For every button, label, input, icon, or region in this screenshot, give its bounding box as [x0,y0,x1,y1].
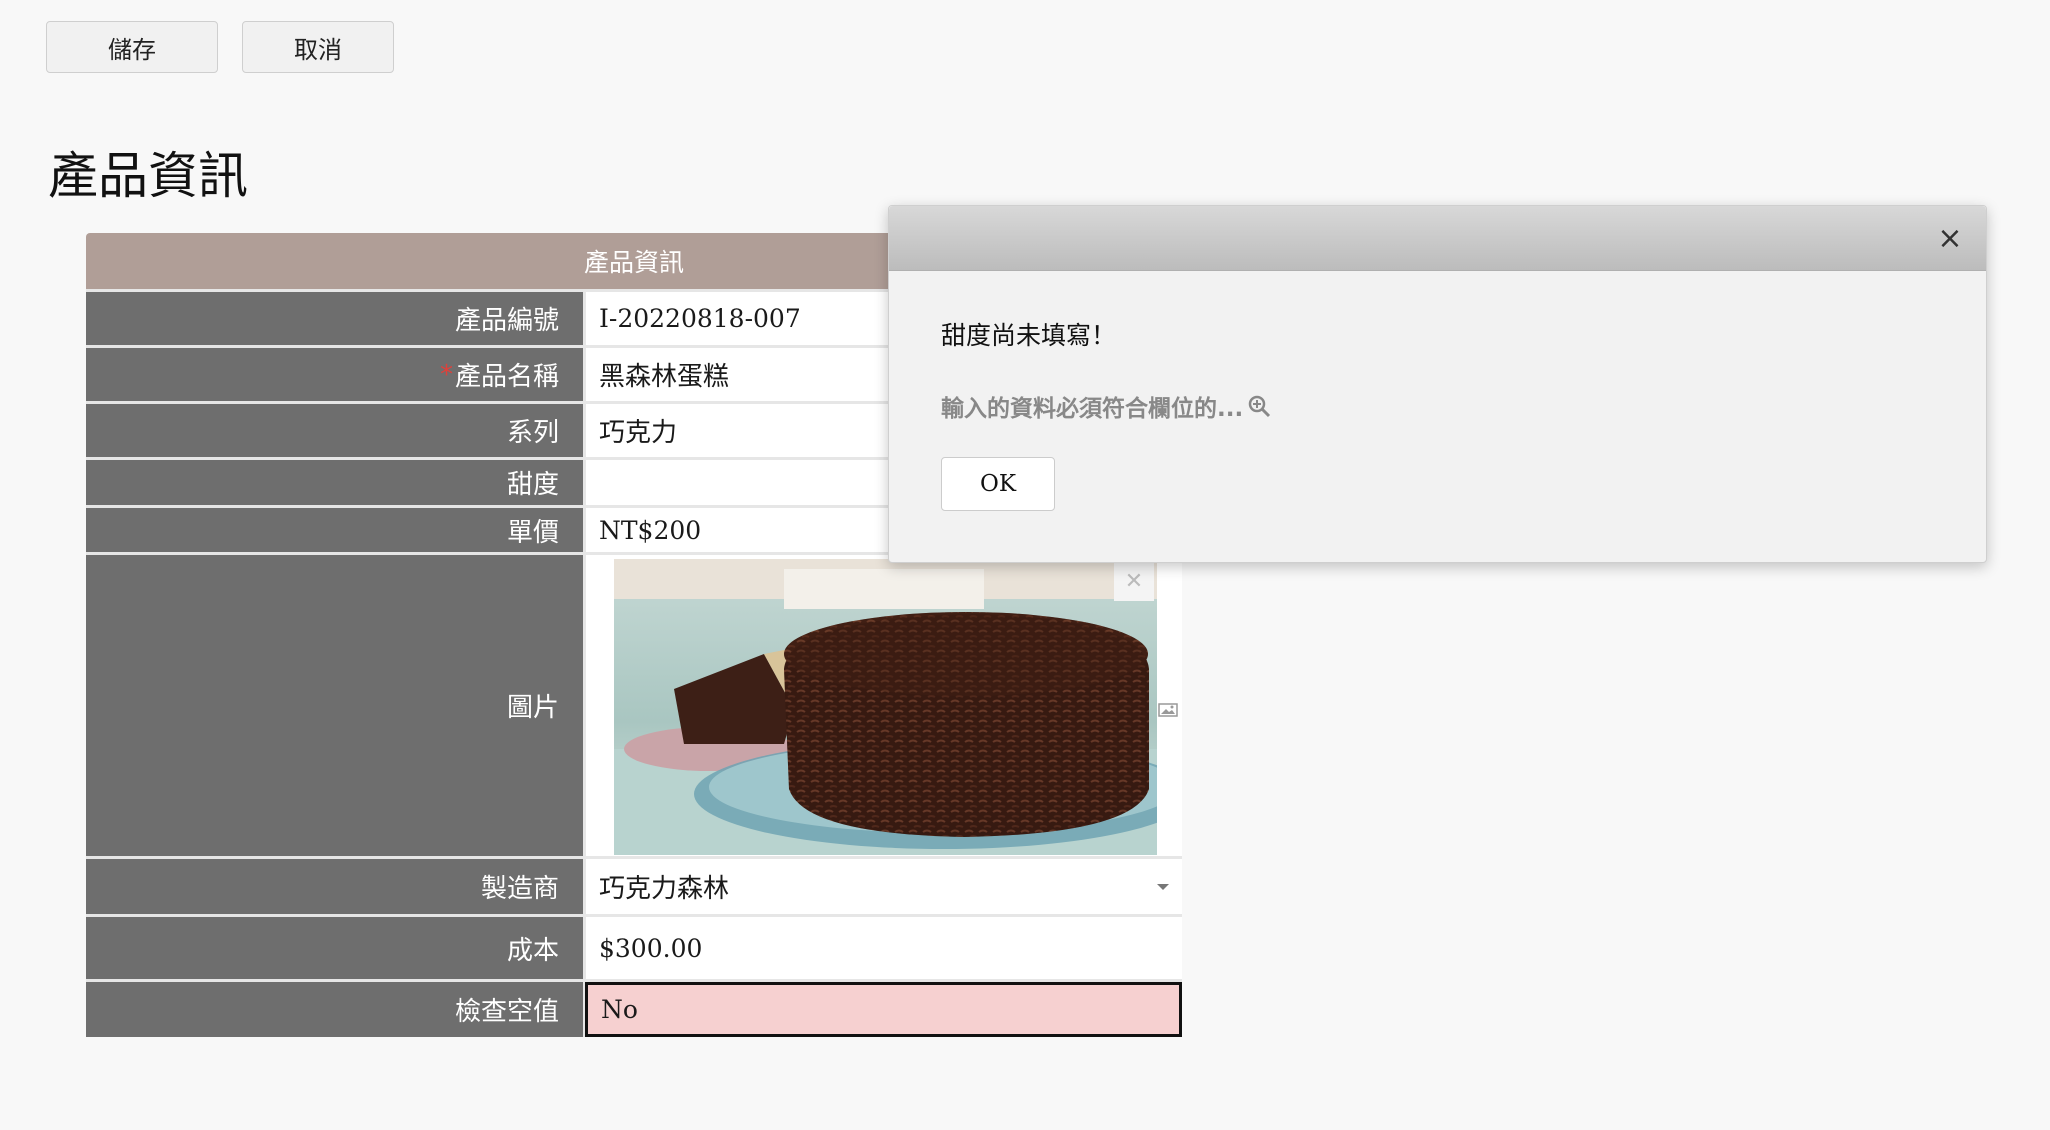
form-row-image: 圖片 ✕ [86,552,1182,856]
cancel-button[interactable]: 取消 [242,21,394,73]
image-icon [1158,703,1178,717]
alert-dialog: × 甜度尚未填寫！ 輸入的資料必須符合欄位的... OK [888,205,1987,563]
dialog-detail-text: 輸入的資料必須符合欄位的... [941,396,1244,422]
field-label: 甜度 [86,460,583,505]
save-button[interactable]: 儲存 [46,21,218,73]
upload-image-button[interactable] [1158,695,1178,717]
dialog-message: 甜度尚未填寫！ [941,321,1117,350]
field-label: 系列 [86,404,583,457]
close-icon: × [1937,220,1963,256]
form-row-check-empty: 檢查空值 No [86,979,1182,1037]
required-mark: * [439,359,453,390]
product-image [614,559,1157,855]
check-empty-field[interactable]: No [585,982,1182,1037]
form-row-manufacturer: 製造商 巧克力森林 [86,856,1182,914]
field-value: I-20220818-007 [599,304,801,333]
field-value: 巧克力 [599,418,678,448]
dialog-titlebar[interactable]: × [889,206,1986,271]
field-label: 圖片 [86,555,583,856]
delete-image-button[interactable]: ✕ [1114,561,1154,601]
manufacturer-select[interactable]: 巧克力森林 [586,859,1182,914]
ok-button[interactable]: OK [941,457,1055,511]
field-value: No [601,995,638,1024]
field-value: 黑森林蛋糕 [599,362,730,392]
image-field: ✕ [586,555,1182,856]
field-value: NT$200 [599,515,702,545]
field-label: * 產品名稱 [86,348,583,401]
cost-field[interactable]: $300.00 [586,917,1182,979]
page-title: 產品資訊 [48,147,248,205]
close-icon: ✕ [1124,568,1144,594]
field-label: 單價 [86,508,583,552]
field-value: $300.00 [599,933,703,963]
field-label: 產品編號 [86,292,583,345]
field-label: 成本 [86,917,583,979]
form-row-cost: 成本 $300.00 [86,914,1182,979]
chevron-down-icon [1157,884,1169,890]
dialog-detail-link[interactable]: 輸入的資料必須符合欄位的... [941,389,1271,423]
field-label: 檢查空值 [86,982,583,1037]
cake-photo [614,559,1157,855]
field-value: 巧克力森林 [599,874,730,904]
field-label: 製造商 [86,859,583,914]
zoom-in-icon [1248,395,1271,418]
close-button[interactable]: × [1934,220,1966,256]
